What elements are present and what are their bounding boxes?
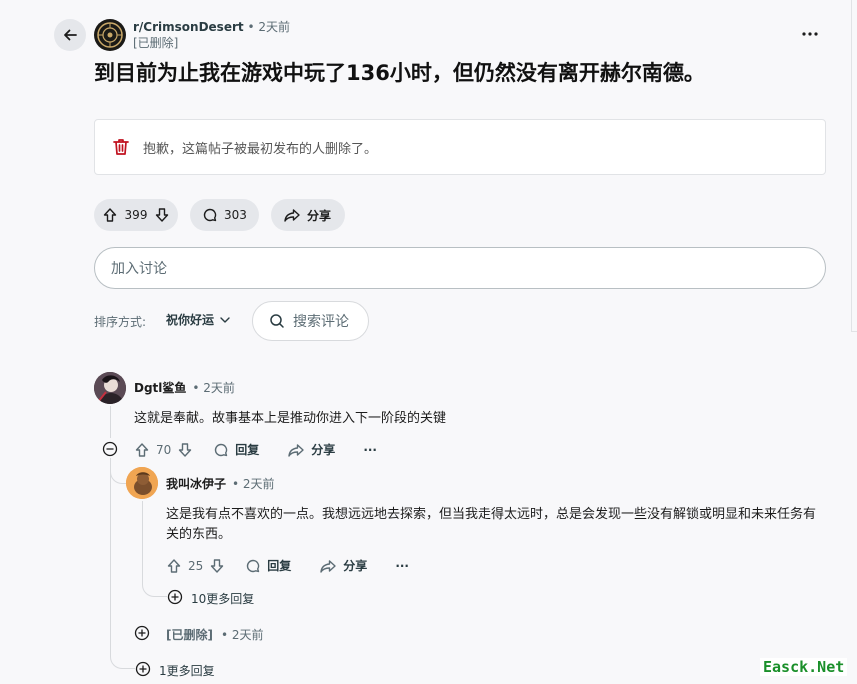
post-more-button[interactable] (796, 22, 824, 46)
collapse-thread-button[interactable] (102, 441, 118, 457)
comment-icon (215, 443, 228, 456)
comment-time: • 2天前 (232, 477, 275, 491)
comment-body: 这就是奉献。故事基本上是推动你进入下一阶段的关键 (134, 411, 447, 426)
watermark: Easck.Net (760, 658, 848, 676)
arrow-left-icon (64, 29, 77, 41)
comment-time: • 2天前 (192, 381, 235, 395)
join-discussion-placeholder: 加入讨论 (111, 261, 167, 277)
subreddit-link[interactable]: r/CrimsonDesert (133, 20, 244, 34)
comment-vote-count: 70 (156, 442, 172, 457)
share-icon (320, 559, 336, 573)
sort-value: 祝你好运 (166, 313, 215, 327)
post-vote-count: 399 (124, 208, 148, 222)
subreddit-avatar[interactable] (94, 19, 126, 51)
comment-meta: Dgtl鲨鱼 • 2天前 (134, 379, 235, 396)
join-discussion-input[interactable]: 加入讨论 (94, 247, 826, 289)
avatar[interactable] (94, 372, 126, 404)
post-title: 到目前为止我在游戏中玩了136小时，但仍然没有离开赫尔南德。 (94, 61, 705, 85)
comment-vote: 25 (166, 558, 225, 574)
expand-replies-button[interactable] (167, 589, 183, 605)
expand-replies-button[interactable] (135, 661, 151, 677)
back-button[interactable] (54, 19, 86, 51)
post-comments-button[interactable]: 303 (190, 199, 259, 231)
trash-icon (113, 139, 129, 155)
search-icon (270, 314, 284, 328)
comment-vote: 70 (134, 442, 193, 458)
thread-connector (110, 654, 135, 669)
thread-connector (142, 583, 167, 597)
thread-line (110, 406, 111, 438)
search-comments-label: 搜索评论 (293, 314, 349, 330)
post-share-button[interactable]: 分享 (271, 199, 345, 231)
search-comments-button[interactable]: 搜索评论 (252, 301, 369, 341)
share-icon (284, 209, 300, 222)
comment-meta: 我叫冰伊子 • 2天前 (166, 475, 275, 492)
user-avatar-icon (126, 467, 158, 499)
avatar[interactable] (126, 467, 158, 499)
post-comment-count: 303 (224, 208, 247, 222)
deleted-notice: 抱歉，这篇帖子被最初发布的人删除了。 (94, 119, 826, 175)
more-replies-link[interactable]: 1更多回复 (159, 662, 215, 679)
deleted-reply-meta: [已删除] • 2天前 (166, 626, 264, 643)
thread-line (110, 458, 111, 654)
thread-line (142, 501, 143, 585)
upvote-icon[interactable] (134, 442, 150, 458)
sort-dropdown[interactable]: 祝你好运 (166, 311, 230, 328)
thread-connector (110, 465, 126, 484)
downvote-icon[interactable] (209, 558, 225, 574)
reply-label: 回复 (267, 559, 292, 573)
comment-more-button[interactable]: ··· (395, 559, 409, 573)
reply-button[interactable]: 回复 (245, 557, 291, 574)
deleted-notice-text: 抱歉，这篇帖子被最初发布的人删除了。 (143, 141, 378, 157)
post-time: • 2天前 (247, 20, 290, 34)
sidebar-divider-tick (851, 331, 857, 332)
plus-circle-icon (167, 589, 183, 605)
downvote-icon[interactable] (154, 207, 170, 223)
comment-body: 这是我有点不喜欢的一点。我想远远地去探索，但当我走得太远时，总是会发现一些没有解… (166, 507, 817, 542)
crimson-desert-logo-icon (97, 22, 123, 48)
share-label: 分享 (343, 559, 368, 573)
user-avatar-icon (94, 372, 126, 404)
comment-more-button[interactable]: ··· (363, 443, 377, 457)
comment-actions: 70 回复 分享 ··· (134, 441, 377, 458)
comment-author[interactable]: Dgtl鲨鱼 (134, 379, 186, 396)
comment-author[interactable]: 我叫冰伊子 (166, 475, 226, 492)
share-icon (288, 443, 304, 457)
comment-icon (203, 208, 217, 222)
post-share-label: 分享 (307, 208, 332, 223)
post-author: [已删除] (133, 36, 179, 50)
comment-actions: 25 回复 分享 ··· (166, 557, 409, 574)
sort-label: 排序方式: (94, 315, 147, 329)
sidebar-divider (851, 0, 852, 331)
share-button[interactable]: 分享 (319, 557, 367, 574)
more-replies-link[interactable]: 10更多回复 (191, 590, 254, 607)
deleted-reply-time: • 2天前 (220, 628, 264, 642)
comment-vote-count: 25 (188, 558, 204, 573)
share-button[interactable]: 分享 (287, 441, 335, 458)
reply-button[interactable]: 回复 (213, 441, 259, 458)
downvote-icon[interactable] (177, 442, 193, 458)
upvote-icon[interactable] (166, 558, 182, 574)
post-vote-pill: 399 (94, 199, 178, 231)
deleted-reply-author: [已删除] (166, 628, 213, 642)
more-horizontal-icon (802, 32, 818, 36)
comment-icon (247, 559, 260, 572)
share-label: 分享 (311, 443, 336, 457)
plus-circle-icon (134, 625, 150, 641)
upvote-icon[interactable] (102, 207, 118, 223)
reply-label: 回复 (235, 443, 260, 457)
post-meta: r/CrimsonDesert • 2天前 [已删除] (133, 19, 290, 51)
minus-circle-icon (102, 441, 118, 457)
plus-circle-icon (135, 661, 151, 677)
chevron-down-icon (220, 316, 230, 323)
expand-replies-button[interactable] (134, 625, 150, 641)
